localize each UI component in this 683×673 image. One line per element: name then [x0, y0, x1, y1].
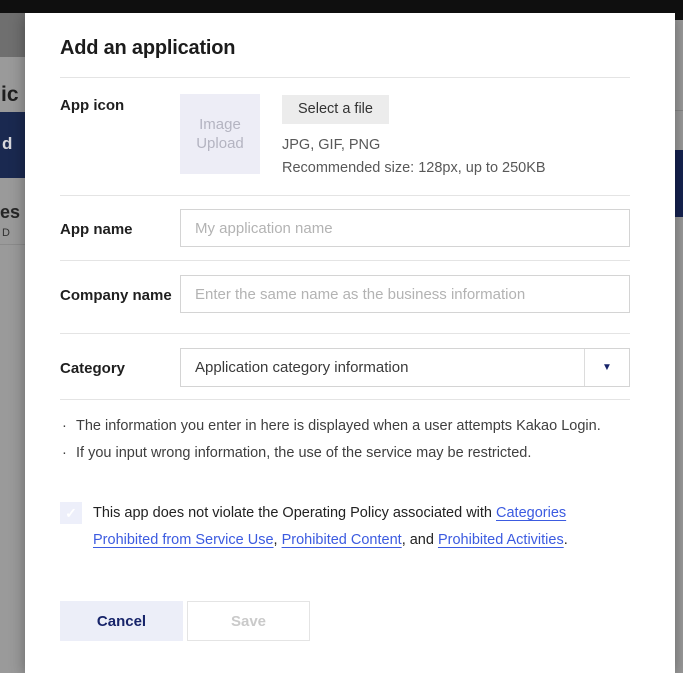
image-upload-dropzone[interactable]: Image Upload	[180, 94, 260, 174]
bullet-icon: ·	[60, 416, 76, 437]
background-text-fragment: D	[2, 227, 10, 239]
app-name-row: App name	[60, 196, 630, 260]
policy-text-segment: , and	[402, 532, 438, 548]
recommended-size-text: Recommended size: 128px, up to 250KB	[282, 160, 546, 176]
app-name-label: App name	[60, 209, 180, 239]
background-banner-fragment: d	[0, 112, 25, 178]
category-select[interactable]: Application category information ▼	[180, 348, 630, 387]
policy-text-segment: .	[564, 532, 568, 548]
chevron-down-icon: ▼	[602, 362, 612, 373]
cancel-button[interactable]: Cancel	[60, 601, 183, 641]
checkmark-icon: ✓	[65, 505, 77, 522]
category-dropdown-toggle[interactable]: ▼	[584, 349, 629, 386]
background-page-right	[675, 0, 683, 673]
add-application-modal: Add an application App icon Image Upload…	[25, 13, 675, 673]
save-button[interactable]: Save	[187, 601, 310, 641]
background-divider	[0, 244, 25, 245]
background-text-fragment: ic	[1, 83, 19, 107]
background-page-left: ic d es D	[0, 13, 25, 673]
app-icon-label: App icon	[60, 94, 180, 176]
note-text: If you input wrong information, the use …	[76, 443, 531, 464]
category-row: Category Application category informatio…	[60, 334, 630, 399]
policy-text-segment: This app does not violate the Operating …	[93, 505, 496, 521]
image-upload-placeholder: Image Upload	[190, 115, 250, 153]
notes-section: · The information you enter in here is d…	[60, 400, 630, 464]
app-icon-row: App icon Image Upload Select a file JPG,…	[60, 78, 630, 195]
background-text-fragment: es	[0, 202, 20, 223]
company-name-row: Company name	[60, 261, 630, 333]
policy-link[interactable]: Prohibited Activities	[438, 532, 564, 548]
background-banner-fragment	[675, 150, 683, 217]
company-name-label: Company name	[60, 275, 180, 305]
policy-link[interactable]: Prohibited Content	[282, 532, 402, 548]
modal-actions: Cancel Save	[60, 601, 630, 641]
policy-agreement-row: ✓ This app does not violate the Operatin…	[60, 500, 630, 554]
policy-text-segment: ,	[274, 532, 282, 548]
background-divider	[675, 110, 683, 111]
allowed-formats-text: JPG, GIF, PNG	[282, 137, 546, 153]
background-header-fragment	[0, 13, 25, 57]
company-name-input[interactable]	[180, 275, 630, 313]
select-file-button[interactable]: Select a file	[282, 95, 389, 124]
note-text: The information you enter in here is dis…	[76, 416, 601, 437]
note-item: · The information you enter in here is d…	[60, 416, 630, 437]
category-label: Category	[60, 348, 180, 378]
modal-title: Add an application	[60, 37, 630, 60]
policy-checkbox[interactable]: ✓	[60, 502, 82, 524]
note-item: · If you input wrong information, the us…	[60, 443, 630, 464]
policy-agreement-text: This app does not violate the Operating …	[93, 500, 628, 554]
category-selected-value: Application category information	[181, 349, 584, 386]
background-top-bar	[0, 0, 683, 13]
app-name-input[interactable]	[180, 209, 630, 247]
bullet-icon: ·	[60, 443, 76, 464]
